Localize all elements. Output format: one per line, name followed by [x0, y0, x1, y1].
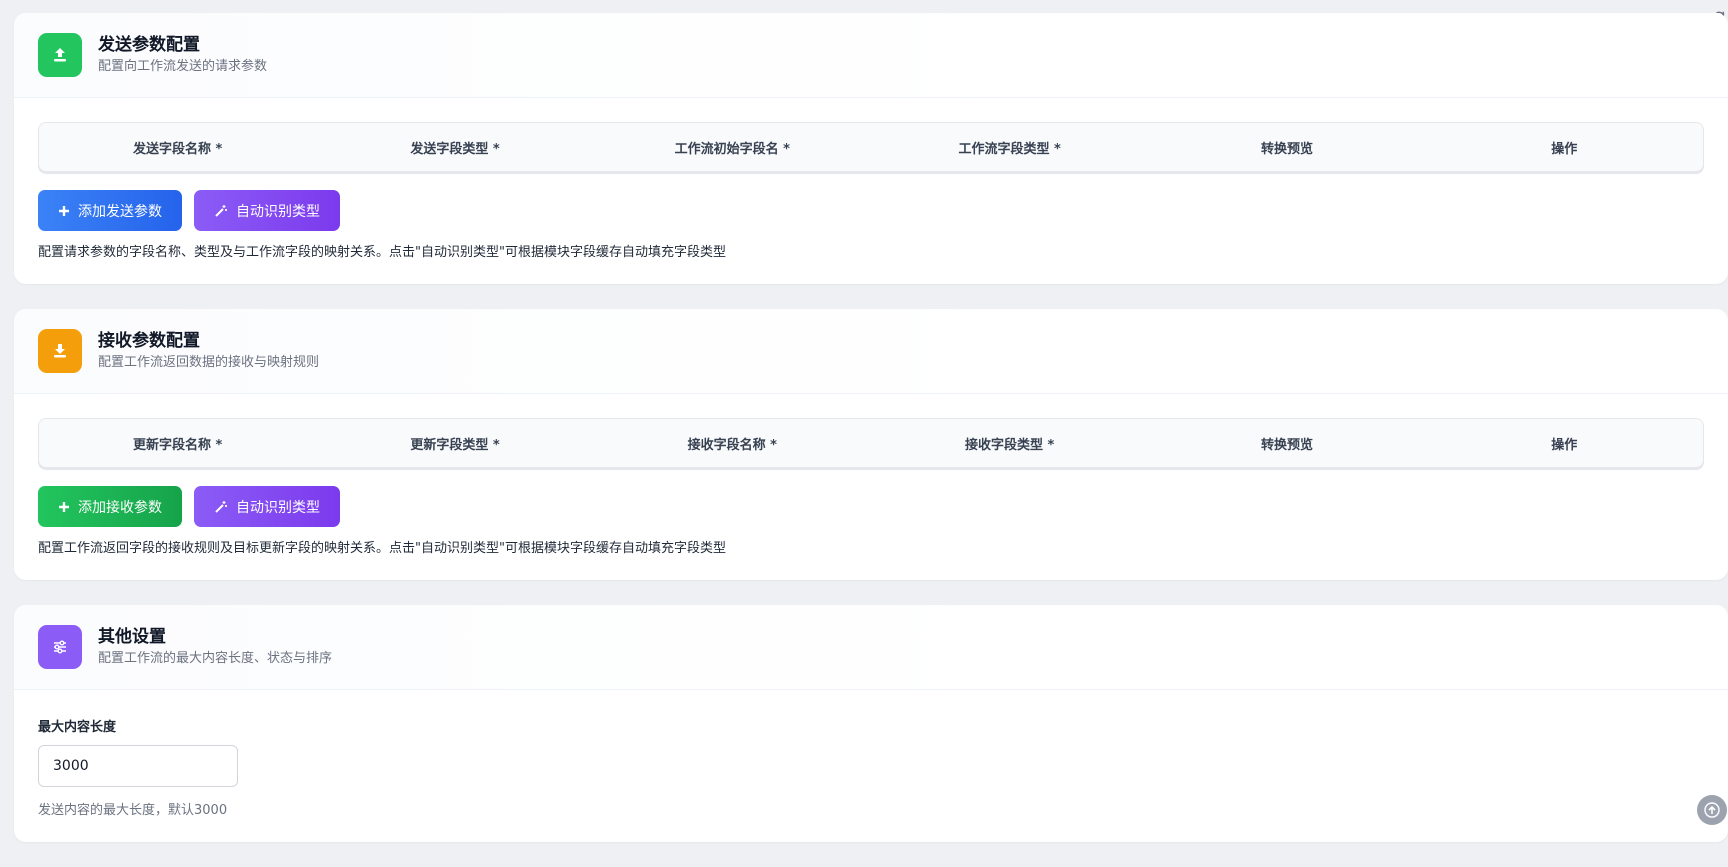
sliders-icon	[38, 625, 82, 669]
send-params-actions: 添加发送参数 自动识别类型	[38, 190, 1704, 231]
max-content-length-help: 发送内容的最大长度，默认3000	[38, 803, 228, 818]
send-params-title: 发送参数配置	[98, 35, 200, 55]
receive-params-hint: 配置工作流返回字段的接收规则及目标更新字段的映射关系。点击"自动识别类型"可根据…	[38, 541, 726, 556]
column-header: 接收字段类型 *	[964, 437, 1055, 453]
config-page: 发送参数配置 配置向工作流发送的请求参数 发送字段名称 * 发送字段类型 * 工…	[14, 13, 1728, 867]
send-params-header: 发送参数配置 配置向工作流发送的请求参数	[14, 13, 1728, 98]
column-header: 转换预览	[1260, 437, 1313, 453]
auto-detect-type-label: 自动识别类型	[236, 203, 320, 220]
auto-detect-type-button[interactable]: 自动识别类型	[194, 486, 340, 527]
plus-icon	[58, 205, 70, 217]
max-content-length-input[interactable]	[38, 745, 238, 787]
column-header: 发送字段名称 *	[133, 141, 223, 157]
receive-params-card: 接收参数配置 配置工作流返回数据的接收与映射规则 更新字段名称 * 更新字段类型…	[14, 309, 1728, 580]
send-params-hint: 配置请求参数的字段名称、类型及与工作流字段的映射关系。点击"自动识别类型"可根据…	[38, 245, 726, 260]
column-header: 操作	[1551, 141, 1578, 157]
column-header: 更新字段名称 *	[133, 437, 223, 453]
add-receive-param-label: 添加接收参数	[78, 499, 162, 516]
send-params-card: 发送参数配置 配置向工作流发送的请求参数 发送字段名称 * 发送字段类型 * 工…	[14, 13, 1728, 284]
auto-detect-type-button[interactable]: 自动识别类型	[194, 190, 340, 231]
send-params-body: 发送字段名称 * 发送字段类型 * 工作流初始字段名 * 工作流字段类型 * 转…	[14, 98, 1728, 284]
magic-wand-icon	[214, 204, 228, 218]
scroll-to-top-button[interactable]	[1697, 795, 1727, 825]
receive-params-body: 更新字段名称 * 更新字段类型 * 接收字段名称 * 接收字段类型 * 转换预览…	[14, 394, 1728, 580]
upload-icon	[38, 33, 82, 77]
receive-params-actions: 添加接收参数 自动识别类型	[38, 486, 1704, 527]
column-header: 工作流初始字段名 *	[674, 141, 790, 157]
column-header: 发送字段类型 *	[410, 141, 500, 157]
other-settings-header: 其他设置 配置工作流的最大内容长度、状态与排序	[14, 605, 1728, 690]
magic-wand-icon	[214, 500, 228, 514]
plus-icon	[58, 501, 70, 513]
receive-params-title: 接收参数配置	[98, 331, 200, 351]
add-send-param-label: 添加发送参数	[78, 203, 162, 220]
send-params-subtitle: 配置向工作流发送的请求参数	[98, 59, 268, 74]
add-receive-param-button[interactable]: 添加接收参数	[38, 486, 182, 527]
other-settings-card: 其他设置 配置工作流的最大内容长度、状态与排序 最大内容长度 发送内容的最大长度…	[14, 605, 1728, 842]
receive-params-header: 接收参数配置 配置工作流返回数据的接收与映射规则	[14, 309, 1728, 394]
receive-params-table-header: 更新字段名称 * 更新字段类型 * 接收字段名称 * 接收字段类型 * 转换预览…	[38, 418, 1704, 468]
column-header: 工作流字段类型 *	[958, 141, 1061, 157]
column-header: 接收字段名称 *	[687, 437, 777, 453]
other-settings-title: 其他设置	[98, 627, 166, 647]
send-params-table-header: 发送字段名称 * 发送字段类型 * 工作流初始字段名 * 工作流字段类型 * 转…	[38, 122, 1704, 172]
max-content-length-label: 最大内容长度	[38, 720, 117, 735]
column-header: 更新字段类型 *	[410, 437, 500, 453]
other-settings-body: 最大内容长度 发送内容的最大长度，默认3000	[14, 690, 1728, 842]
add-send-param-button[interactable]: 添加发送参数	[38, 190, 182, 231]
download-icon	[38, 329, 82, 373]
column-header: 操作	[1551, 437, 1578, 453]
other-settings-subtitle: 配置工作流的最大内容长度、状态与排序	[98, 651, 333, 666]
column-header: 转换预览	[1260, 141, 1313, 157]
auto-detect-type-label: 自动识别类型	[236, 499, 320, 516]
arrow-up-icon	[1704, 802, 1720, 818]
receive-params-subtitle: 配置工作流返回数据的接收与映射规则	[98, 355, 320, 370]
